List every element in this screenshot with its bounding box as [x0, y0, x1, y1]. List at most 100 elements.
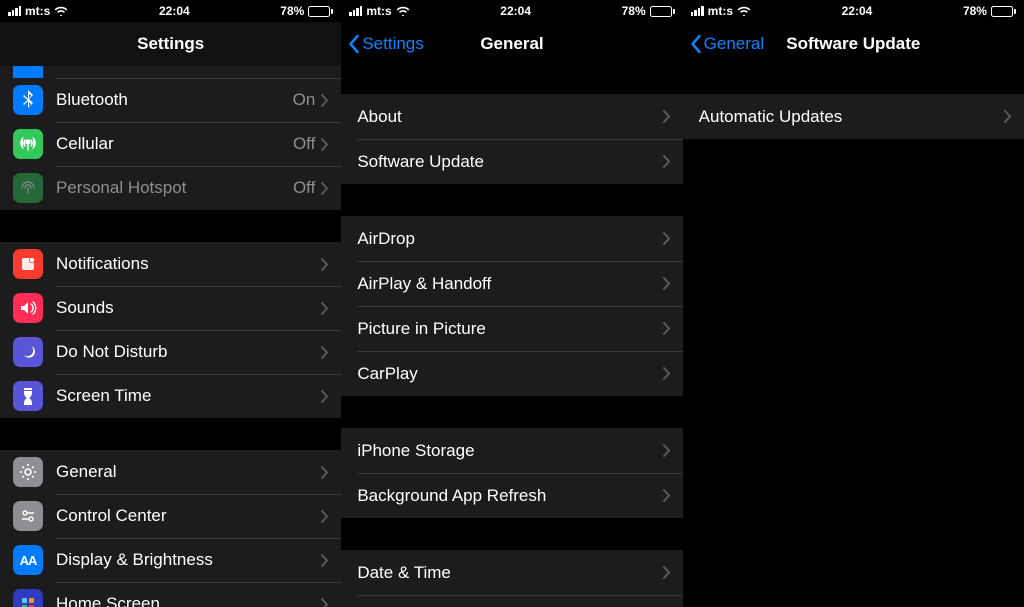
notifications-icon: [13, 249, 43, 279]
settings-row-display[interactable]: AA Display & Brightness: [0, 538, 341, 582]
nav-bar: General Software Update: [683, 22, 1024, 66]
signal-icon: [8, 6, 21, 16]
battery-icon: [650, 6, 675, 17]
row-label: Automatic Updates: [699, 107, 1004, 127]
chevron-right-icon: [663, 232, 671, 245]
battery-pct: 78%: [280, 4, 304, 18]
status-bar: mt:s 22:04 78%: [683, 0, 1024, 22]
chevron-right-icon: [663, 566, 671, 579]
wifi-icon: [737, 6, 751, 16]
page-title: Settings: [0, 34, 341, 54]
update-row-automatic[interactable]: Automatic Updates: [683, 94, 1024, 139]
back-label: Settings: [362, 34, 423, 54]
hotspot-icon: [13, 173, 43, 203]
bluetooth-icon: [13, 85, 43, 115]
chevron-right-icon: [663, 367, 671, 380]
chevron-right-icon: [663, 322, 671, 335]
settings-row-sounds[interactable]: Sounds: [0, 286, 341, 330]
row-label: Notifications: [56, 254, 321, 274]
settings-row-homescreen[interactable]: Home Screen: [0, 582, 341, 607]
status-bar: mt:s 22:04 78%: [0, 0, 341, 22]
chevron-right-icon: [663, 277, 671, 290]
update-list[interactable]: Automatic Updates: [683, 66, 1024, 607]
nav-bar: Settings General: [341, 22, 682, 66]
general-row-bgrefresh[interactable]: Background App Refresh: [341, 473, 682, 518]
settings-row-screentime[interactable]: Screen Time: [0, 374, 341, 418]
wifi-icon: [396, 6, 410, 16]
chevron-right-icon: [321, 94, 329, 107]
screen-general: mt:s 22:04 78% Settings General About So…: [341, 0, 682, 607]
cellular-icon: [13, 129, 43, 159]
dnd-icon: [13, 337, 43, 367]
status-bar: mt:s 22:04 78%: [341, 0, 682, 22]
signal-icon: [349, 6, 362, 16]
general-row-datetime[interactable]: Date & Time: [341, 550, 682, 595]
clock: 22:04: [500, 4, 531, 18]
settings-row-prev[interactable]: [0, 66, 341, 78]
chevron-right-icon: [321, 346, 329, 359]
homescreen-icon: [13, 589, 43, 607]
general-row-airdrop[interactable]: AirDrop: [341, 216, 682, 261]
app-icon: [13, 66, 43, 78]
row-label: AirPlay & Handoff: [357, 274, 662, 294]
settings-row-hotspot[interactable]: Personal Hotspot Off: [0, 166, 341, 210]
row-label: iPhone Storage: [357, 441, 662, 461]
chevron-right-icon: [321, 466, 329, 479]
settings-row-cellular[interactable]: Cellular Off: [0, 122, 341, 166]
settings-row-notifications[interactable]: Notifications: [0, 242, 341, 286]
chevron-right-icon: [663, 444, 671, 457]
chevron-right-icon: [321, 554, 329, 567]
settings-row-general[interactable]: General: [0, 450, 341, 494]
battery-pct: 78%: [963, 4, 987, 18]
battery-pct: 78%: [622, 4, 646, 18]
general-row-keyboard[interactable]: Keyboard: [341, 595, 682, 607]
settings-row-dnd[interactable]: Do Not Disturb: [0, 330, 341, 374]
settings-list[interactable]: Bluetooth On Cellular Off Personal Hotsp…: [0, 66, 341, 607]
general-row-about[interactable]: About: [341, 94, 682, 139]
settings-row-bluetooth[interactable]: Bluetooth On: [0, 78, 341, 122]
row-value: Off: [293, 178, 315, 198]
row-label: Control Center: [56, 506, 321, 526]
row-value: On: [293, 90, 316, 110]
row-label: Home Screen: [56, 594, 321, 607]
general-row-carplay[interactable]: CarPlay: [341, 351, 682, 396]
chevron-right-icon: [321, 390, 329, 403]
signal-icon: [691, 6, 704, 16]
row-label: Picture in Picture: [357, 319, 662, 339]
clock: 22:04: [842, 4, 873, 18]
display-icon: AA: [13, 545, 43, 575]
carrier-label: mt:s: [25, 4, 50, 18]
row-label: Date & Time: [357, 563, 662, 583]
row-value: Off: [293, 134, 315, 154]
screentime-icon: [13, 381, 43, 411]
screen-software-update: mt:s 22:04 78% General Software Update A…: [683, 0, 1024, 607]
row-label: Sounds: [56, 298, 321, 318]
sounds-icon: [13, 293, 43, 323]
controlcenter-icon: [13, 501, 43, 531]
chevron-right-icon: [321, 598, 329, 607]
screen-settings: mt:s 22:04 78% Settings Bluetooth: [0, 0, 341, 607]
chevron-right-icon: [321, 182, 329, 195]
nav-bar: Settings: [0, 22, 341, 66]
chevron-right-icon: [321, 138, 329, 151]
row-label: General: [56, 462, 321, 482]
chevron-right-icon: [1004, 110, 1012, 123]
general-list[interactable]: About Software Update AirDrop AirPlay & …: [341, 66, 682, 607]
battery-icon: [308, 6, 333, 17]
general-row-software-update[interactable]: Software Update: [341, 139, 682, 184]
general-row-storage[interactable]: iPhone Storage: [341, 428, 682, 473]
clock: 22:04: [159, 4, 190, 18]
carrier-label: mt:s: [708, 4, 733, 18]
back-button[interactable]: General: [683, 34, 764, 54]
chevron-left-icon: [689, 34, 702, 54]
row-label: Software Update: [357, 152, 662, 172]
row-label: Cellular: [56, 134, 293, 154]
general-row-pip[interactable]: Picture in Picture: [341, 306, 682, 351]
settings-row-controlcenter[interactable]: Control Center: [0, 494, 341, 538]
general-row-airplay[interactable]: AirPlay & Handoff: [341, 261, 682, 306]
row-label: AirDrop: [357, 229, 662, 249]
back-button[interactable]: Settings: [341, 34, 423, 54]
chevron-right-icon: [663, 155, 671, 168]
row-label: Bluetooth: [56, 90, 293, 110]
gear-icon: [13, 457, 43, 487]
